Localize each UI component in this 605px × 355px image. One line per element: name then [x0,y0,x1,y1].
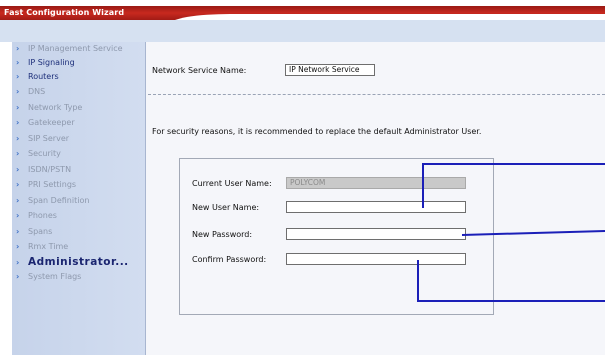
chevron-right-icon: › [16,165,20,174]
sidebar-item-label: Span Definition [28,196,90,205]
sidebar-item-security[interactable]: › Security [16,147,146,161]
sidebar-item-label: DNS [28,87,46,96]
sidebar-item-label: Gatekeeper [28,118,75,127]
header-band [0,20,605,42]
new-user-label: New User Name: [192,203,260,212]
sidebar-item-sip-server[interactable]: › SIP Server [16,132,146,146]
current-user-field: POLYCOM [286,177,466,189]
current-user-label: Current User Name: [192,179,272,188]
chevron-right-icon: › [16,134,20,143]
sidebar-item-system-flags[interactable]: › System Flags [16,270,146,284]
sidebar-item-dns[interactable]: › DNS [16,85,146,99]
confirm-password-field[interactable] [286,253,466,265]
chevron-right-icon: › [16,87,20,96]
sidebar-item-label: Routers [28,72,59,81]
sidebar-item-label: ISDN/PSTN [28,165,72,174]
chevron-right-icon: › [16,149,20,158]
sidebar-item-label: SIP Server [28,134,70,143]
sidebar-item-phones[interactable]: › Phones [16,209,146,223]
chevron-right-icon: › [16,118,20,127]
network-service-field[interactable]: IP Network Service [285,64,375,76]
new-password-label: New Password: [192,230,253,239]
sidebar-item-isdn-pstn[interactable]: › ISDN/PSTN [16,163,146,177]
sidebar-item-spans[interactable]: › Spans [16,225,146,239]
sidebar-item-label: IP Management Service [28,44,123,53]
chevron-right-icon: › [16,227,20,236]
chevron-right-icon: › [16,258,20,267]
confirm-password-label: Confirm Password: [192,255,267,264]
sidebar-item-label: PRI Settings [28,180,77,189]
sidebar-item-gatekeeper[interactable]: › Gatekeeper [16,116,146,130]
security-note: For security reasons, it is recommended … [152,127,482,136]
new-user-field[interactable] [286,201,466,213]
sidebar-item-ip-management-service[interactable]: › IP Management Service [16,42,146,56]
chevron-right-icon: › [16,44,20,53]
chevron-right-icon: › [16,103,20,112]
sidebar-item-span-definition[interactable]: › Span Definition [16,194,146,208]
sidebar-item-label: IP Signaling [28,58,75,67]
window-title: Fast Configuration Wizard [4,8,125,17]
sidebar-item-pri-settings[interactable]: › PRI Settings [16,178,146,192]
section-divider [148,94,605,95]
chevron-right-icon: › [16,58,20,67]
sidebar-item-label: Administrator... [28,256,129,268]
chevron-right-icon: › [16,180,20,189]
sidebar-item-label: Network Type [28,103,83,112]
chevron-right-icon: › [16,272,20,281]
sidebar-item-ip-signaling[interactable]: › IP Signaling [16,56,146,70]
sidebar-item-label: System Flags [28,272,82,281]
chevron-right-icon: › [16,242,20,251]
chevron-right-icon: › [16,211,20,220]
sidebar-item-rmx-time[interactable]: › Rmx Time [16,240,146,254]
chevron-right-icon: › [16,196,20,205]
sidebar-item-label: Spans [28,227,53,236]
sidebar-item-network-type[interactable]: › Network Type [16,101,146,115]
chevron-right-icon: › [16,72,20,81]
new-password-field[interactable] [286,228,466,240]
sidebar-item-label: Security [28,149,61,158]
sidebar-item-routers[interactable]: › Routers [16,70,146,84]
wizard-sidebar: › IP Management Service › IP Signaling › Ro… [12,42,146,355]
network-service-label: Network Service Name: [152,66,247,75]
sidebar-item-administrator[interactable]: › Administrator... [16,255,146,269]
sidebar-item-label: Rmx Time [28,242,69,251]
sidebar-item-label: Phones [28,211,57,220]
